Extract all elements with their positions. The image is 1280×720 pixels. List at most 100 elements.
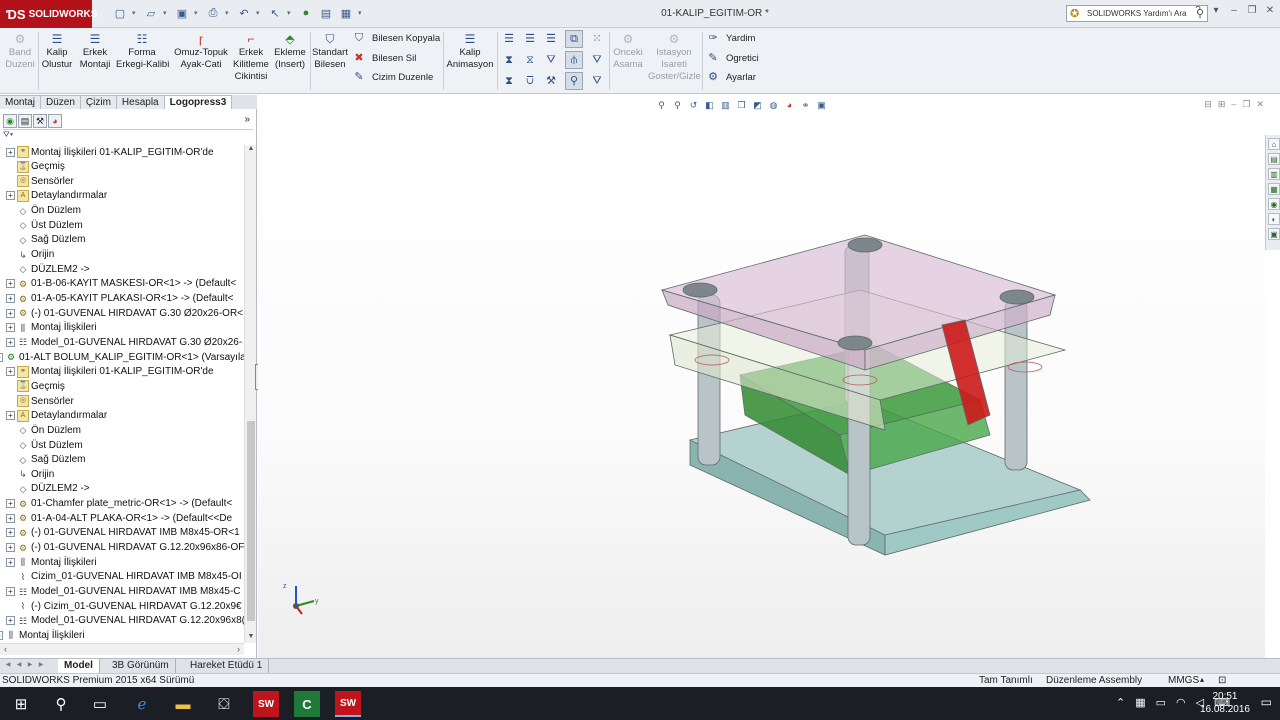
scroll-right-icon[interactable]: › [237,644,240,654]
expand-icon[interactable]: + [6,191,15,201]
istasyon-isareti-button[interactable]: ⚙ Istasyon Isareti Goster/Gizle [648,32,701,83]
battery-icon[interactable]: ▭ [1156,696,1166,709]
close-icon[interactable]: ✕ [1264,5,1276,19]
view-palette-icon[interactable]: ◉ [1268,198,1280,210]
tree-node[interactable]: ◇ Ön Düzlem [6,423,81,437]
viewport-restore-icon[interactable]: ❐ [1242,99,1250,110]
display-style-icon[interactable]: ◩ [751,99,764,111]
property-manager-icon[interactable]: ▤ [18,114,32,128]
configuration-manager-icon[interactable]: ⚒ [33,114,47,128]
chevron-up-icon[interactable]: ▴ [1200,675,1204,684]
kalip-animasyon-button[interactable]: ☰ Kalip Animasyon [446,32,494,71]
dynamic-annotation-icon[interactable]: ▥ [719,99,732,111]
next-tab-icon[interactable]: ▶ [25,661,35,671]
omuz-topuk-button[interactable]: ɼ Omuz-Topuk Ayak-Cati [172,32,230,71]
tree-node[interactable]: ⌛ Geçmiş [6,379,65,393]
minimize-icon[interactable]: – [1228,5,1240,19]
tree-node[interactable]: + ⚙ 01-Chamfer plate_metric-OR<1> -> (Defa… [6,497,232,511]
file-properties-icon[interactable]: ▤ [318,5,334,21]
tree-node[interactable]: −⚙01-ALT BOLUM_KALIP_EGITIM-OR<1> (Varsa… [0,350,244,364]
ogretici-button[interactable]: ✎ Ogretici [706,51,758,65]
expand-icon[interactable]: + [6,587,15,596]
tree-node[interactable]: + ⫼ Montaj İlişkileri [6,555,97,569]
erkek-montaji-button[interactable]: ☰ Erkek Montaji [77,32,113,71]
tab-hesapla[interactable]: Hesapla [116,95,165,109]
bilesen-sil-button[interactable]: ✖ Bilesen Sil [352,51,416,65]
expand-icon[interactable]: + [6,367,15,377]
expand-icon[interactable]: + [6,411,15,421]
viewport-minimize-icon[interactable]: – [1231,99,1236,110]
save-icon[interactable]: ▣ [174,5,190,21]
tree-node[interactable]: + ☷ Model_01-GUVENAL HIRDAVAT G.12.20x96x8… [6,614,244,628]
solidworks-taskbar-icon[interactable]: SW [253,691,279,717]
chevron-right-icon[interactable]: » [244,114,250,125]
chevron-up-icon[interactable]: ⌃ [1116,696,1125,709]
tree-node[interactable]: + ⚙ 01-B-06-KAYIT MASKESI-OR<1> -> (Defaul… [6,277,236,291]
erkek-kilitleme-button[interactable]: ⌐ Erkek Kilitleme Cikintisi [233,32,269,83]
plate-layers-icon[interactable]: ☰ [542,30,560,48]
expand-icon[interactable]: + [6,279,15,289]
kalip-olustur-button[interactable]: ☰ Kalip Olustur [40,32,74,71]
measure-icon[interactable]: ⚲ [565,72,583,90]
tab-motion-study[interactable]: Hareket Etüdü 1 [184,659,270,673]
plate-stack-icon[interactable]: ☰ [521,30,539,48]
tree-node[interactable]: ◇ Üst Düzlem [6,438,83,452]
wifi-icon[interactable]: ◠ [1176,696,1186,709]
file-explorer-icon[interactable]: ▦ [1268,183,1280,195]
search-icon[interactable]: ⚲ [48,691,74,717]
apply-scene-icon[interactable]: ⚭ [799,99,812,111]
tab-3d-view[interactable]: 3B Görünüm [106,659,176,673]
new-icon[interactable]: ▢ [112,5,128,21]
chevron-down-icon[interactable]: ▾ [194,5,201,21]
options-icon[interactable]: ▦ [338,5,354,21]
hide-show-icon[interactable]: ◍ [767,99,780,111]
prev-tab-icon[interactable]: ◀ [14,661,24,671]
customize-icon[interactable]: ⊡ [1218,675,1226,686]
tree-node[interactable]: + ⚙ 01-A-05-KAYIT PLAKASI-OR<1> -> (Defaul… [6,292,234,306]
expand-icon[interactable]: + [6,294,15,303]
funnel-icon[interactable]: ⛛ [542,51,560,69]
tree-node[interactable]: + ⚙ (-) 01-GUVENAL HIRDAVAT IMB M8x45-OR<1 [6,526,240,540]
punch-plate-icon[interactable]: ⧗ [500,51,518,69]
tree-node[interactable]: ◇ Sağ Düzlem [6,233,86,247]
collapse-icon[interactable]: − [0,352,3,362]
tab-logopress3[interactable]: Logopress3 [164,95,233,109]
file-explorer-icon[interactable]: ▬ [170,691,196,717]
tree-node[interactable]: + ⚭ Montaj İlişkileri 01-KALIP_EGITIM-OR'd… [6,365,214,379]
undo-icon[interactable]: ↶ [236,5,252,21]
open-icon[interactable]: ▱ [143,5,159,21]
viewport-tile-icon[interactable]: ⊞ [1218,99,1226,110]
expand-icon[interactable]: + [6,543,15,553]
tree-node[interactable]: ↳ Orijin [6,248,54,262]
viewport-close-icon[interactable]: ✕ [1256,99,1264,110]
chevron-down-icon[interactable]: ▾ [1210,5,1222,19]
chevron-down-icon[interactable]: ▾ [132,5,139,21]
scroll-up-icon[interactable]: ▲ [245,145,257,155]
ayarlar-button[interactable]: ⚙ Ayarlar [706,70,756,84]
help-menu-icon[interactable]: ? [1192,5,1204,19]
restore-icon[interactable]: ❐ [1246,5,1258,19]
tab-duzen[interactable]: Düzen [41,95,81,109]
viewport-split-icon[interactable]: ⊟ [1204,99,1212,110]
appearances-icon[interactable]: ◐ [1268,213,1280,225]
print-icon[interactable]: ⎙ [205,5,221,21]
first-tab-icon[interactable]: ◀ [3,661,13,671]
camtasia-icon[interactable]: C [294,691,320,717]
tab-cizim[interactable]: Çizim [80,95,117,109]
edge-icon[interactable]: ℯ [129,691,155,717]
task-view-icon[interactable]: ▭ [87,691,113,717]
last-tab-icon[interactable]: ▶ [36,661,46,671]
expand-icon[interactable]: + [6,337,15,347]
rebuild-icon[interactable]: ● [298,5,314,21]
tree-horizontal-scrollbar[interactable]: ‹ › [0,643,244,655]
previous-view-icon[interactable]: ↺ [687,99,700,111]
ekleme-button[interactable]: ⬘ Ekleme (Insert) [272,32,308,71]
tree-node[interactable]: + A Detaylandırmalar [6,189,107,203]
tree-node[interactable]: ↳ Orijin [6,467,54,481]
tree-node[interactable]: ◎ Sensörler [6,174,74,188]
network-icon[interactable]: ▦ [1135,696,1145,709]
solidworks-active-icon[interactable]: SW [335,691,361,717]
cizim-duzenle-button[interactable]: ✎ Cizim Duzenle [352,70,433,84]
die-set-model[interactable] [650,225,1100,565]
scroll-down-icon[interactable]: ▼ [245,633,257,643]
